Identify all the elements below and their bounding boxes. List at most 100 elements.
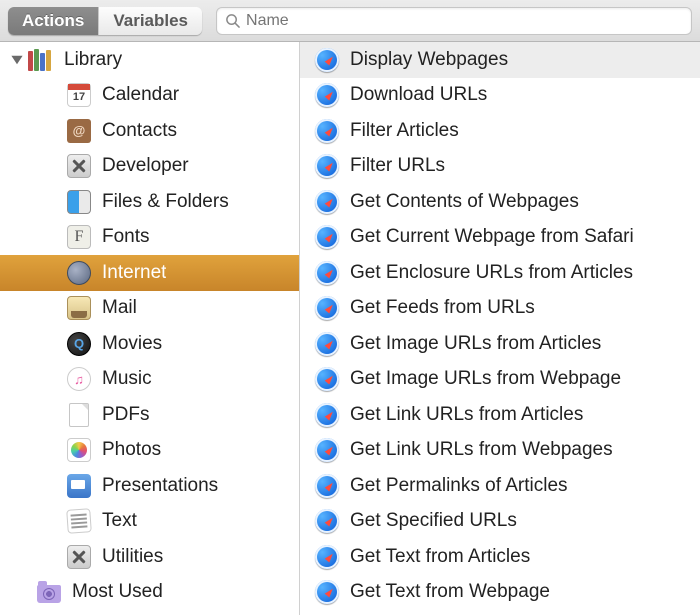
music-icon: [66, 366, 92, 392]
action-item[interactable]: Get Current Webpage from Safari: [300, 220, 700, 256]
action-label: Get Enclosure URLs from Articles: [350, 262, 633, 284]
tab-group: Actions Variables: [8, 7, 202, 35]
action-item[interactable]: Get Specified URLs: [300, 504, 700, 540]
action-label: Display Webpages: [350, 49, 508, 71]
sidebar-item-quicktime[interactable]: Movies: [0, 326, 299, 362]
developer-icon: [66, 153, 92, 179]
mail-icon: [66, 295, 92, 321]
sidebar-most-used[interactable]: Most Used: [0, 575, 299, 611]
safari-icon: [314, 295, 340, 321]
action-label: Get Image URLs from Articles: [350, 333, 601, 355]
folder-icon: [36, 579, 62, 605]
sidebar-item-photos[interactable]: Photos: [0, 433, 299, 469]
safari-icon: [314, 47, 340, 73]
action-item[interactable]: Get Permalinks of Articles: [300, 468, 700, 504]
search-field[interactable]: [216, 7, 692, 35]
sidebar-item-label: Contacts: [102, 120, 177, 142]
disclosure-triangle-icon[interactable]: [10, 53, 24, 67]
sidebar-item-mail[interactable]: Mail: [0, 291, 299, 327]
sidebar-item-developer[interactable]: Developer: [0, 149, 299, 185]
sidebar-item-label: Music: [102, 368, 152, 390]
search-input[interactable]: [246, 12, 683, 30]
action-item[interactable]: Filter Articles: [300, 113, 700, 149]
safari-icon: [314, 153, 340, 179]
action-item[interactable]: Get Contents of Webpages: [300, 184, 700, 220]
sidebar-item-calendar[interactable]: Calendar: [0, 78, 299, 114]
safari-icon: [314, 437, 340, 463]
safari-icon: [314, 402, 340, 428]
contacts-icon: [66, 118, 92, 144]
library-icon: [28, 47, 54, 73]
sidebar-item-label: Calendar: [102, 84, 179, 106]
finder-icon: [66, 189, 92, 215]
safari-icon: [314, 366, 340, 392]
library-label: Library: [64, 49, 122, 71]
calendar-icon: [66, 82, 92, 108]
sidebar-item-label: Mail: [102, 297, 137, 319]
action-item[interactable]: Get Feeds from URLs: [300, 291, 700, 327]
font-icon: F: [66, 224, 92, 250]
action-label: Get Feeds from URLs: [350, 297, 535, 319]
sidebar-item-label: Files & Folders: [102, 191, 229, 213]
action-item[interactable]: Download URLs: [300, 78, 700, 114]
action-label: Get Contents of Webpages: [350, 191, 579, 213]
internet-icon: [66, 260, 92, 286]
safari-icon: [314, 118, 340, 144]
safari-icon: [314, 579, 340, 605]
action-item[interactable]: Display Webpages: [300, 42, 700, 78]
safari-icon: [314, 473, 340, 499]
action-label: Get Permalinks of Articles: [350, 475, 568, 497]
sidebar-item-label: PDFs: [102, 404, 150, 426]
sidebar-item-contacts[interactable]: Contacts: [0, 113, 299, 149]
action-label: Filter URLs: [350, 155, 445, 177]
action-label: Get Specified URLs: [350, 510, 517, 532]
safari-icon: [314, 508, 340, 534]
action-label: Get Text from Webpage: [350, 581, 550, 603]
action-item[interactable]: Get Text from Articles: [300, 539, 700, 575]
sidebar-library[interactable]: Library: [0, 42, 299, 78]
action-item[interactable]: Get Link URLs from Webpages: [300, 433, 700, 469]
quicktime-icon: [66, 331, 92, 357]
action-item[interactable]: Get Link URLs from Articles: [300, 397, 700, 433]
action-label: Filter Articles: [350, 120, 459, 142]
pdf-icon: [66, 402, 92, 428]
tab-actions[interactable]: Actions: [8, 7, 98, 35]
sidebar-item-label: Developer: [102, 155, 189, 177]
sidebar: Library Calendar Contacts Developer Files &…: [0, 42, 300, 615]
sidebar-item-label: Internet: [102, 262, 166, 284]
search-icon: [225, 13, 240, 28]
sidebar-item-text[interactable]: Text: [0, 504, 299, 540]
sidebar-item-pdf[interactable]: PDFs: [0, 397, 299, 433]
sidebar-item-label: Fonts: [102, 226, 150, 248]
sidebar-item-utilities[interactable]: Utilities: [0, 539, 299, 575]
sidebar-item-label: Presentations: [102, 475, 218, 497]
sidebar-item-internet[interactable]: Internet: [0, 255, 299, 291]
action-item[interactable]: Get Enclosure URLs from Articles: [300, 255, 700, 291]
keynote-icon: [66, 473, 92, 499]
tab-variables[interactable]: Variables: [98, 7, 202, 35]
action-item[interactable]: Filter URLs: [300, 149, 700, 185]
sidebar-item-label: Text: [102, 510, 137, 532]
sidebar-item-finder[interactable]: Files & Folders: [0, 184, 299, 220]
action-item[interactable]: Get Image URLs from Webpage: [300, 362, 700, 398]
safari-icon: [314, 189, 340, 215]
safari-icon: [314, 224, 340, 250]
safari-icon: [314, 82, 340, 108]
utilities-icon: [66, 544, 92, 570]
action-item[interactable]: Get Text from Webpage: [300, 575, 700, 611]
action-label: Get Current Webpage from Safari: [350, 226, 634, 248]
action-label: Download URLs: [350, 84, 487, 106]
action-item[interactable]: Get Image URLs from Articles: [300, 326, 700, 362]
sidebar-item-font[interactable]: F Fonts: [0, 220, 299, 256]
sidebar-item-music[interactable]: Music: [0, 362, 299, 398]
safari-icon: [314, 331, 340, 357]
photos-icon: [66, 437, 92, 463]
safari-icon: [314, 544, 340, 570]
action-label: Get Link URLs from Articles: [350, 404, 583, 426]
text-icon: [66, 508, 92, 534]
action-label: Get Image URLs from Webpage: [350, 368, 621, 390]
most-used-label: Most Used: [72, 581, 163, 603]
sidebar-item-label: Photos: [102, 439, 161, 461]
toolbar: Actions Variables: [0, 0, 700, 42]
sidebar-item-keynote[interactable]: Presentations: [0, 468, 299, 504]
